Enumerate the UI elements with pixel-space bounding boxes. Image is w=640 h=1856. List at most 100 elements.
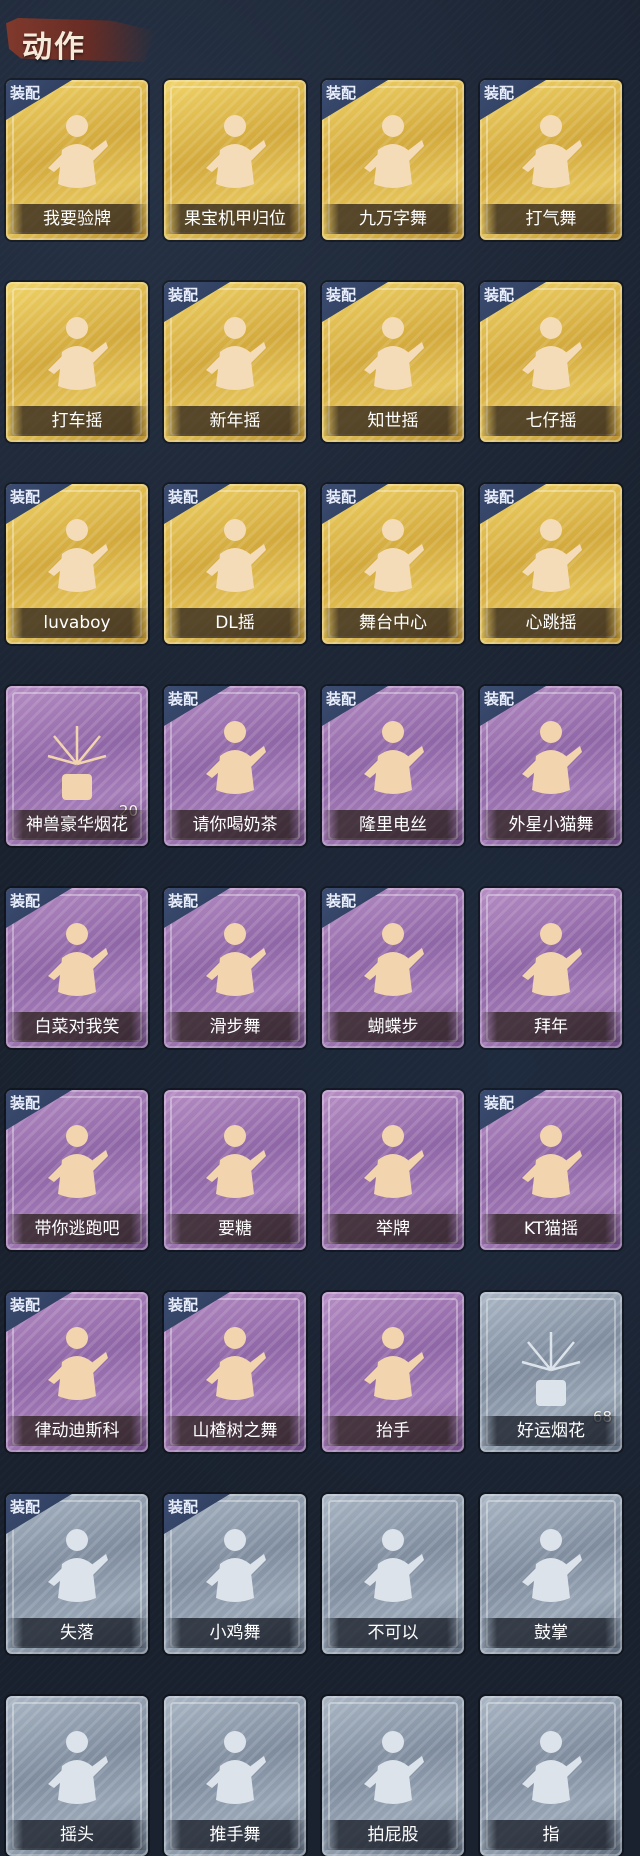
emote-card[interactable]: 装配知世摇 (322, 282, 464, 442)
dancer-pose-icon (516, 1120, 586, 1212)
emote-card[interactable]: 装配律动迪斯科 (6, 1292, 148, 1452)
dancer-pose-icon (200, 514, 270, 606)
equipped-badge-label: 装配 (484, 488, 515, 506)
equipped-badge-label: 装配 (326, 892, 357, 910)
emote-label: 九万字舞 (322, 204, 464, 234)
emote-label: 小鸡舞 (164, 1618, 306, 1648)
emote-card[interactable]: 装配 DL摇 (164, 484, 306, 644)
emote-label: DL摇 (164, 608, 306, 638)
section-header: 动作 (6, 10, 156, 66)
emote-label: 带你逃跑吧 (6, 1214, 148, 1244)
equipped-badge-label: 装配 (326, 286, 357, 304)
equipped-badge-label: 装配 (168, 892, 199, 910)
emote-label: 请你喝奶茶 (164, 810, 306, 840)
emote-card[interactable]: 果宝机甲归位 (164, 80, 306, 240)
emote-card[interactable]: 68好运烟花 (480, 1292, 622, 1452)
equipped-badge-label: 装配 (168, 690, 199, 708)
equipped-badge-label: 装配 (484, 1094, 515, 1112)
emote-label: 我要验牌 (6, 204, 148, 234)
emote-label: 打车摇 (6, 406, 148, 436)
fireworks-icon (516, 1322, 586, 1414)
dancer-pose-icon (200, 1120, 270, 1212)
emote-card[interactable]: 装配七仔摇 (480, 282, 622, 442)
emote-label: 果宝机甲归位 (164, 204, 306, 234)
emote-card[interactable]: 装配 我要验牌 (6, 80, 148, 240)
equipped-badge-label: 装配 (484, 286, 515, 304)
emote-card[interactable]: 要糖 (164, 1090, 306, 1250)
equipped-badge-label: 装配 (168, 1296, 199, 1314)
equipped-badge-label: 装配 (10, 1094, 41, 1112)
emote-card[interactable]: 装配心跳摇 (480, 484, 622, 644)
emote-card[interactable]: 装配 九万字舞 (322, 80, 464, 240)
dancer-pose-icon (200, 1322, 270, 1414)
equipped-badge-label: 装配 (10, 1296, 41, 1314)
dancer-pose-icon (200, 918, 270, 1010)
emote-label: 滑步舞 (164, 1012, 306, 1042)
emote-label: 山楂树之舞 (164, 1416, 306, 1446)
equipped-badge-label: 装配 (484, 690, 515, 708)
equipped-badge-label: 装配 (326, 488, 357, 506)
dancer-pose-icon (200, 312, 270, 404)
emote-label: 隆里电丝 (322, 810, 464, 840)
emote-label: 心跳摇 (480, 608, 622, 638)
emote-card[interactable]: 推手舞 (164, 1696, 306, 1856)
emote-label: 摇头 (6, 1820, 148, 1850)
emote-card[interactable]: 装配请你喝奶茶 (164, 686, 306, 846)
dancer-pose-icon (358, 1120, 428, 1212)
emote-card[interactable]: 装配山楂树之舞 (164, 1292, 306, 1452)
dancer-pose-icon (42, 1322, 112, 1414)
equipped-badge-label: 装配 (168, 286, 199, 304)
emote-card[interactable]: 抬手 (322, 1292, 464, 1452)
dancer-pose-icon (42, 514, 112, 606)
dancer-pose-icon (516, 312, 586, 404)
emote-card[interactable]: 不可以 (322, 1494, 464, 1654)
emote-card[interactable]: 拍屁股 (322, 1696, 464, 1856)
emote-card[interactable]: 装配 失落 (6, 1494, 148, 1654)
emote-card[interactable]: 装配带你逃跑吧 (6, 1090, 148, 1250)
emote-card[interactable]: 打车摇 (6, 282, 148, 442)
emote-label: 好运烟花 (480, 1416, 622, 1446)
equipped-badge-label: 装配 (168, 1498, 199, 1516)
emote-label: 打气舞 (480, 204, 622, 234)
emote-card[interactable]: 装配 白菜对我笑 (6, 888, 148, 1048)
dancer-pose-icon (516, 918, 586, 1010)
emote-label: 不可以 (322, 1618, 464, 1648)
emote-label: 律动迪斯科 (6, 1416, 148, 1446)
emote-card[interactable]: 装配 luvaboy (6, 484, 148, 644)
emote-label: KT猫摇 (480, 1214, 622, 1244)
dancer-pose-icon (42, 918, 112, 1010)
emote-card[interactable]: 装配 舞台中心 (322, 484, 464, 644)
emote-card[interactable]: 装配 KT猫摇 (480, 1090, 622, 1250)
emote-label: 神兽豪华烟花 (6, 810, 148, 840)
dancer-pose-icon (42, 1524, 112, 1616)
dancer-pose-icon (516, 1726, 586, 1818)
emote-card[interactable]: 装配打气舞 (480, 80, 622, 240)
emote-label: 鼓掌 (480, 1618, 622, 1648)
emote-label: 举牌 (322, 1214, 464, 1244)
dancer-pose-icon (42, 1120, 112, 1212)
emote-label: 蝴蝶步 (322, 1012, 464, 1042)
emote-card[interactable]: 摇头 (6, 1696, 148, 1856)
emote-card[interactable]: 装配小鸡舞 (164, 1494, 306, 1654)
emote-card[interactable]: 指 (480, 1696, 622, 1856)
dancer-pose-icon (42, 312, 112, 404)
emote-card[interactable]: 拜年 (480, 888, 622, 1048)
emote-card[interactable]: 装配滑步舞 (164, 888, 306, 1048)
emote-label: 推手舞 (164, 1820, 306, 1850)
emote-card[interactable]: 装配蝴蝶步 (322, 888, 464, 1048)
emote-label: 七仔摇 (480, 406, 622, 436)
emote-card[interactable]: 鼓掌 (480, 1494, 622, 1654)
emote-card[interactable]: 装配 新年摇 (164, 282, 306, 442)
emote-label: 要糖 (164, 1214, 306, 1244)
emote-label: 知世摇 (322, 406, 464, 436)
emote-card[interactable]: 装配外星小猫舞 (480, 686, 622, 846)
fireworks-icon (42, 716, 112, 808)
emote-card[interactable]: 20神兽豪华烟花 (6, 686, 148, 846)
emote-card[interactable]: 举牌 (322, 1090, 464, 1250)
emote-label: 外星小猫舞 (480, 810, 622, 840)
equipped-badge-label: 装配 (326, 690, 357, 708)
dancer-pose-icon (358, 514, 428, 606)
equipped-badge-label: 装配 (10, 488, 41, 506)
equipped-badge-label: 装配 (484, 84, 515, 102)
emote-card[interactable]: 装配隆里电丝 (322, 686, 464, 846)
